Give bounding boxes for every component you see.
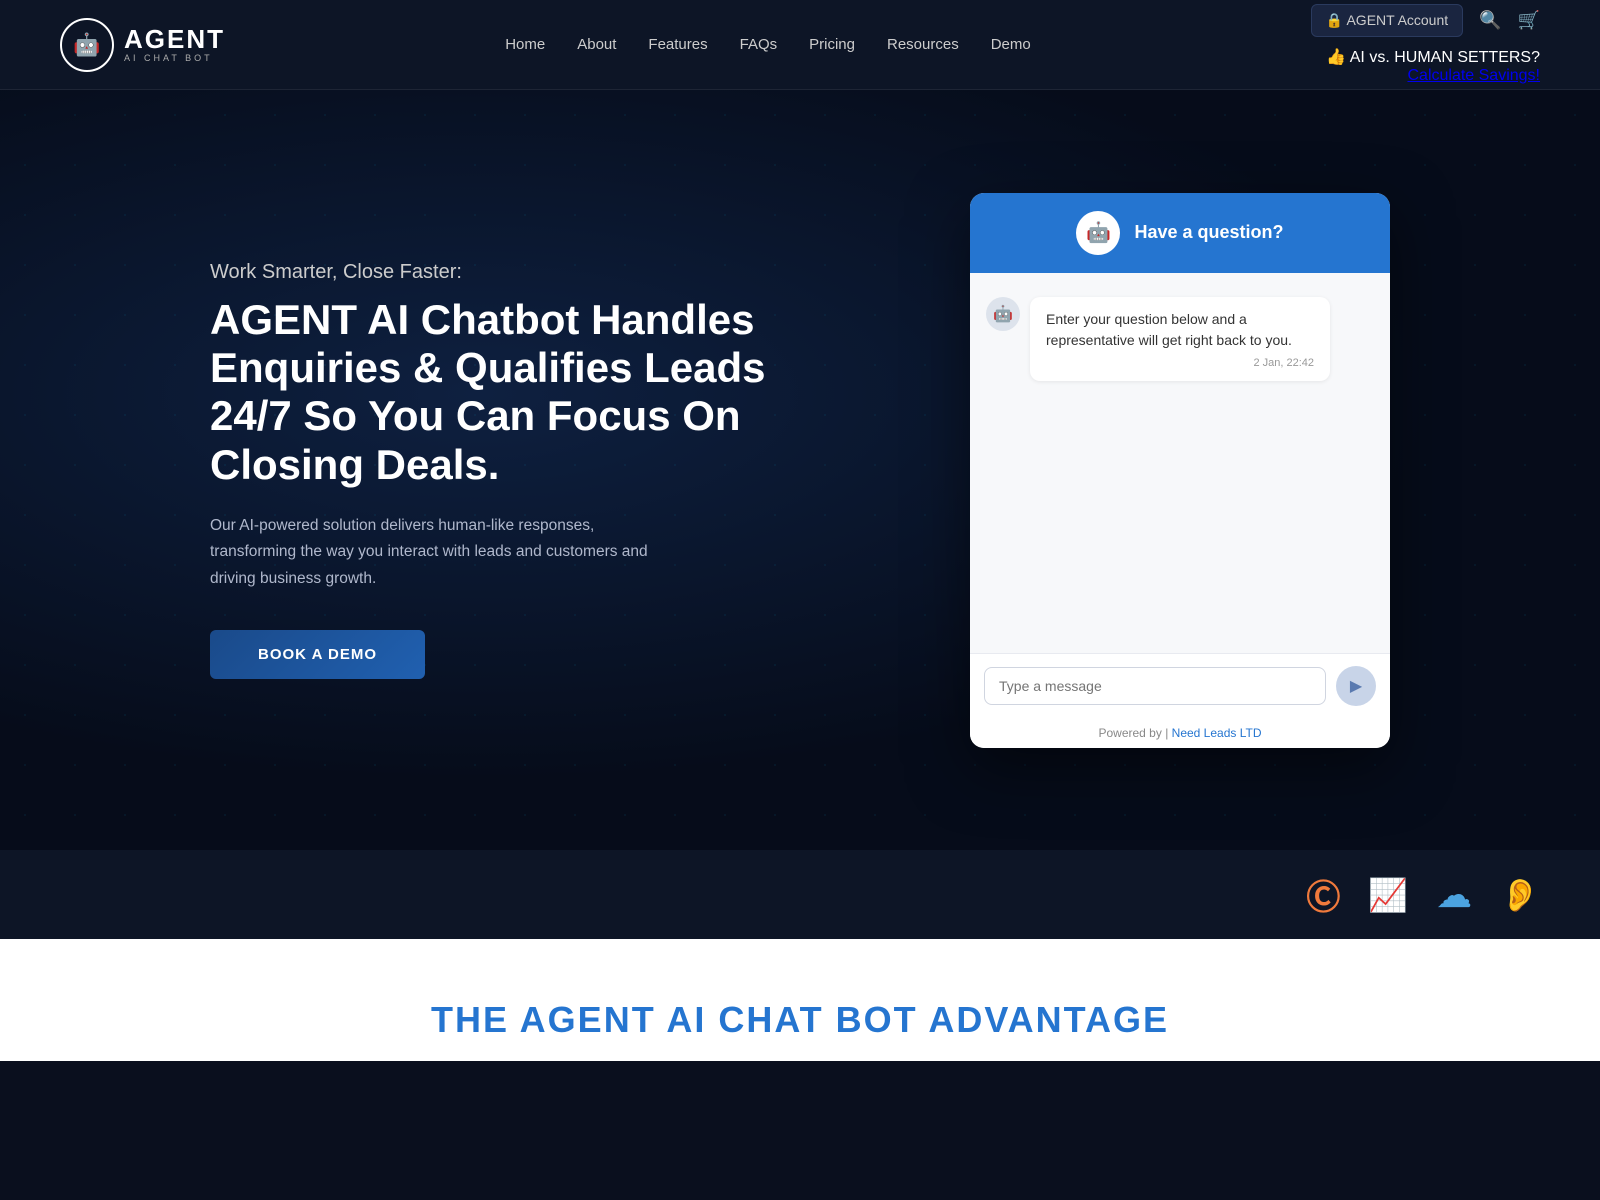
logo[interactable]: 🤖 AGENT AI CHAT BOT: [60, 18, 225, 72]
send-icon: ▶: [1350, 676, 1362, 696]
account-link[interactable]: 🔒 AGENT Account: [1311, 4, 1463, 37]
bot-icon: 🤖: [993, 304, 1013, 324]
chat-message-input[interactable]: [984, 667, 1326, 705]
chat-message-time: 2 Jan, 22:42: [1046, 357, 1314, 369]
nav-features[interactable]: Features: [648, 36, 707, 53]
promo-bar: 👍 AI vs. HUMAN SETTERS? Calculate Saving…: [1326, 47, 1540, 85]
nav-right: 🔒 AGENT Account 🔍 🛒 👍 AI vs. HUMAN SETTE…: [1311, 4, 1540, 85]
nav-home[interactable]: Home: [505, 36, 545, 53]
logo-sub: AI CHAT BOT: [124, 54, 225, 64]
nav-faqs[interactable]: FAQs: [740, 36, 778, 53]
hero-desc: Our AI-powered solution delivers human-l…: [210, 513, 670, 592]
integrations-bar: Ⓒ 📈 ☁ 👂: [0, 850, 1600, 939]
logo-text: AGENT AI CHAT BOT: [124, 25, 225, 63]
book-demo-button[interactable]: Book A Demo: [210, 630, 425, 679]
search-button[interactable]: 🔍: [1479, 10, 1501, 31]
bottom-title: THE AGENT AI CHAT BOT ADVANTAGE: [60, 999, 1540, 1041]
hero-inner: Work Smarter, Close Faster: AGENT AI Cha…: [150, 193, 1450, 748]
bottom-section: THE AGENT AI CHAT BOT ADVANTAGE: [0, 939, 1600, 1061]
powered-by-link[interactable]: Need Leads LTD: [1172, 726, 1262, 740]
chat-powered: Powered by | Need Leads LTD: [970, 718, 1390, 748]
listen-icon: 👂: [1500, 876, 1540, 914]
chat-message-row: 🤖 Enter your question below and a repres…: [986, 297, 1374, 381]
chat-input-row: ▶: [970, 653, 1390, 718]
chart-up-icon: 📈: [1368, 876, 1408, 914]
salesforce-icon: ☁: [1436, 874, 1472, 916]
nav-main-right: 🔒 AGENT Account 🔍 🛒: [1311, 4, 1540, 37]
chat-widget: 🤖 Have a question? 🤖 Enter your question…: [970, 193, 1390, 748]
chat-bubble: Enter your question below and a represen…: [1030, 297, 1330, 381]
nav-pricing[interactable]: Pricing: [809, 36, 855, 53]
chat-header-avatar: 🤖: [1076, 211, 1120, 255]
hero-subtitle: Work Smarter, Close Faster:: [210, 261, 770, 284]
chat-body: 🤖 Enter your question below and a repres…: [970, 273, 1390, 653]
chat-header-title: Have a question?: [1134, 222, 1283, 243]
promo-link[interactable]: Calculate Savings!: [1407, 67, 1540, 84]
bot-avatar-small: 🤖: [986, 297, 1020, 331]
navbar: 🤖 AGENT AI CHAT BOT Home About Features …: [0, 0, 1600, 90]
nav-links: Home About Features FAQs Pricing Resourc…: [505, 36, 1031, 54]
hero-left: Work Smarter, Close Faster: AGENT AI Cha…: [210, 261, 770, 679]
nav-about[interactable]: About: [577, 36, 616, 53]
hero-title: AGENT AI Chatbot Handles Enquiries & Qua…: [210, 296, 770, 489]
hubspot-icon: Ⓒ: [1306, 870, 1340, 919]
nav-resources[interactable]: Resources: [887, 36, 959, 53]
chat-message-text: Enter your question below and a represen…: [1046, 309, 1314, 351]
chat-send-button[interactable]: ▶: [1336, 666, 1376, 706]
cart-button[interactable]: 🛒: [1518, 10, 1540, 31]
logo-name: AGENT: [124, 25, 225, 54]
hero-section: Work Smarter, Close Faster: AGENT AI Cha…: [0, 90, 1600, 850]
logo-icon: 🤖: [60, 18, 114, 72]
chat-bot-icon: 🤖: [1086, 220, 1111, 245]
chat-header: 🤖 Have a question?: [970, 193, 1390, 273]
powered-by-text: Powered by |: [1098, 726, 1168, 740]
nav-demo[interactable]: Demo: [991, 36, 1031, 53]
promo-text: 👍 AI vs. HUMAN SETTERS?: [1326, 47, 1540, 67]
